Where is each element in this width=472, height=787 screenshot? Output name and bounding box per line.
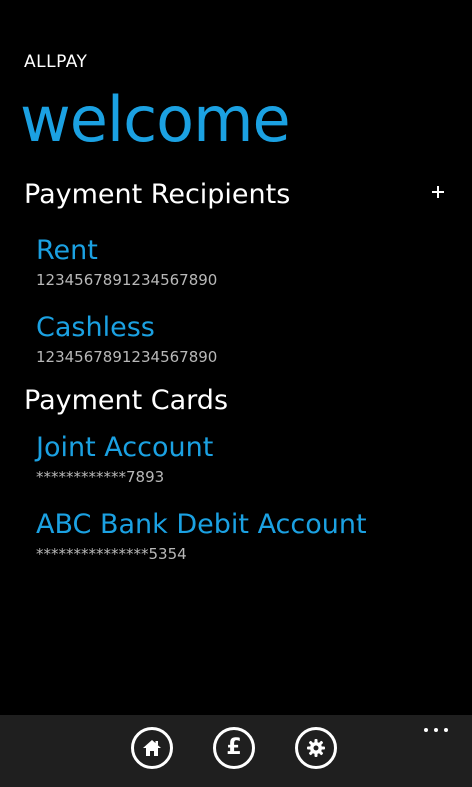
ellipsis-icon[interactable] xyxy=(418,723,454,737)
page-title: welcome xyxy=(20,83,291,156)
recipient-title: Cashless xyxy=(36,312,155,343)
payment-recipients-header: Payment Recipients xyxy=(24,179,291,210)
card-item-joint-account[interactable]: Joint Account ************7893 xyxy=(36,431,436,487)
card-number: ************7893 xyxy=(36,468,165,486)
payment-cards-header: Payment Cards xyxy=(24,385,229,416)
app-bar: £ xyxy=(0,715,472,787)
home-button[interactable] xyxy=(131,727,173,769)
recipient-number: 1234567891234567890 xyxy=(36,348,218,366)
card-title: Joint Account xyxy=(36,432,214,463)
recipient-item-rent[interactable]: Rent 1234567891234567890 xyxy=(36,234,436,290)
payments-button[interactable]: £ xyxy=(213,727,255,769)
card-number: ***************5354 xyxy=(36,545,187,563)
card-item-abc-bank-debit[interactable]: ABC Bank Debit Account ***************53… xyxy=(36,508,436,564)
recipient-title: Rent xyxy=(36,235,98,266)
card-title: ABC Bank Debit Account xyxy=(36,509,367,540)
settings-gear-icon xyxy=(307,739,325,757)
recipient-item-cashless[interactable]: Cashless 1234567891234567890 xyxy=(36,311,436,367)
plus-icon[interactable] xyxy=(426,180,450,204)
app-name: ALLPAY xyxy=(24,52,88,72)
recipient-number: 1234567891234567890 xyxy=(36,271,218,289)
settings-button[interactable] xyxy=(295,727,337,769)
pound-icon: £ xyxy=(226,735,242,760)
home-icon xyxy=(143,740,161,756)
